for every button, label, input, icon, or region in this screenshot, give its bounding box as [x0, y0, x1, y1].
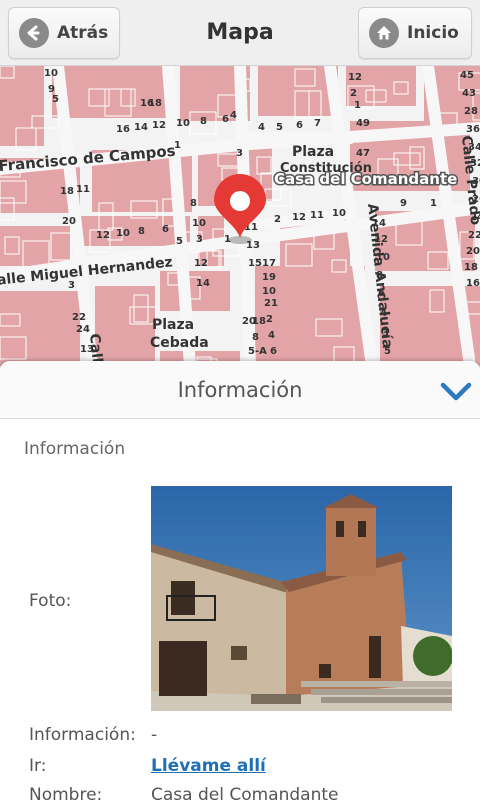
map-house-number: 20	[466, 246, 480, 257]
map-house-number: 12	[292, 212, 306, 223]
back-button-label: Atrás	[57, 23, 109, 43]
place-label-cebada: Cebada	[150, 335, 209, 351]
map-house-number: 1	[430, 198, 437, 209]
back-button[interactable]: Atrás	[8, 7, 120, 59]
map-house-number: 3	[236, 148, 243, 159]
app-screen: Atrás Mapa Inicio 10 9 5 16 14 12 10 8 6 4 4 5 6 7 1 3 1…	[0, 0, 480, 800]
map-house-number: 28	[464, 106, 478, 117]
info-panel-title: Información	[177, 378, 303, 402]
map-house-number: 19	[262, 272, 276, 283]
map-house-number: 18	[464, 262, 478, 273]
map-house-number: 18	[148, 98, 162, 109]
map-house-number: 12	[194, 258, 208, 269]
top-bar: Atrás Mapa Inicio	[0, 0, 480, 66]
map-house-number: 10	[192, 218, 206, 229]
map-house-number: 11	[76, 184, 90, 195]
map-canvas[interactable]: 109516 14 12 10 8 6 44 5 6 71318 112012 10 8 65 3 12 12 1…	[0, 66, 480, 366]
map-house-number: 6	[162, 224, 169, 235]
map-house-number: 10	[116, 228, 130, 239]
map-house-number: 2	[266, 314, 273, 325]
map-house-number: 8	[252, 332, 259, 343]
home-button-label: Inicio	[407, 23, 459, 43]
map-house-number: 15	[248, 258, 262, 269]
map-house-number: 10	[262, 286, 276, 297]
map-house-number: 36	[466, 124, 480, 135]
map-house-number: 20	[62, 216, 76, 227]
map-house-number: 8	[190, 198, 197, 209]
map-house-number: 11	[310, 210, 324, 221]
place-label-plaza-2: Plaza	[152, 317, 194, 333]
info-value: -	[151, 725, 158, 745]
map-house-number: 47	[356, 148, 370, 159]
map-house-number: 6	[222, 114, 229, 125]
map-house-number: 12	[96, 230, 110, 241]
map-house-number: 7	[314, 118, 321, 129]
map-house-number: 6	[296, 120, 303, 131]
map-house-number: 12	[152, 120, 166, 131]
home-icon	[369, 18, 399, 48]
take-me-there-link[interactable]: Llévame allí	[151, 756, 266, 776]
map-house-number: 10	[176, 118, 190, 129]
map-house-number: 3	[196, 234, 203, 245]
map-house-number: 16	[116, 124, 130, 135]
name-value: Casa del Comandante	[151, 785, 339, 800]
name-label: Nombre:	[29, 785, 103, 800]
map-house-number: 17	[262, 258, 276, 269]
map-house-number: 5	[276, 122, 283, 133]
map-house-number: 16	[466, 278, 480, 289]
home-button[interactable]: Inicio	[358, 7, 472, 59]
map-house-number: 5-A	[248, 346, 267, 357]
info-panel: Información Información Foto: Informació…	[0, 361, 480, 800]
map-house-number: 2	[274, 214, 281, 225]
street-label-call: Call	[86, 333, 105, 364]
map-house-number: 4	[258, 122, 265, 133]
map-house-number: 10	[44, 68, 58, 79]
map-house-number: 8	[138, 226, 145, 237]
map-house-number: 49	[356, 118, 370, 129]
info-panel-header[interactable]: Información	[0, 361, 480, 419]
map-house-number: 21	[264, 298, 278, 309]
go-label: Ir:	[29, 756, 47, 776]
back-arrow-icon	[19, 18, 49, 48]
info-section-label: Información	[24, 439, 126, 459]
place-label-plaza-1: Plaza	[292, 144, 334, 160]
map-city-block	[0, 291, 80, 366]
map-house-number: 3	[68, 280, 75, 291]
map-house-number: 14	[134, 122, 148, 133]
map-house-number: 18	[252, 316, 266, 327]
map-house-number: 14	[196, 278, 210, 289]
map-city-block	[52, 66, 172, 118]
map-house-number: 22	[72, 312, 86, 323]
info-label: Información:	[29, 725, 136, 745]
map-house-number: 1	[354, 100, 361, 111]
map-house-number: 8	[200, 116, 207, 127]
map-house-number: 10	[332, 208, 346, 219]
photo-label: Foto:	[29, 591, 72, 611]
map-house-number: 22	[468, 230, 480, 241]
map-house-number: 4	[230, 110, 237, 121]
map-house-number: 2	[350, 88, 357, 99]
map-house-number: 18	[60, 186, 74, 197]
map-house-number: 45	[460, 70, 474, 81]
map-house-number: 6	[270, 346, 277, 357]
map-view[interactable]: 10 9 5 16 14 12 10 8 6 4 4 5 6 7 1 3 18 11 20 12 10 8 6 5 3 1 2 12 1…	[0, 66, 480, 366]
map-house-number: 9	[400, 198, 407, 209]
marker-label: Casa del Comandante	[274, 170, 457, 188]
place-photo	[151, 486, 452, 711]
map-house-number: 4	[268, 330, 275, 341]
map-house-number: 5	[52, 94, 59, 105]
map-house-number: 43	[462, 88, 476, 99]
chevron-down-icon[interactable]	[438, 373, 474, 409]
map-house-number: 5	[176, 236, 183, 247]
map-house-number: 12	[348, 72, 362, 83]
